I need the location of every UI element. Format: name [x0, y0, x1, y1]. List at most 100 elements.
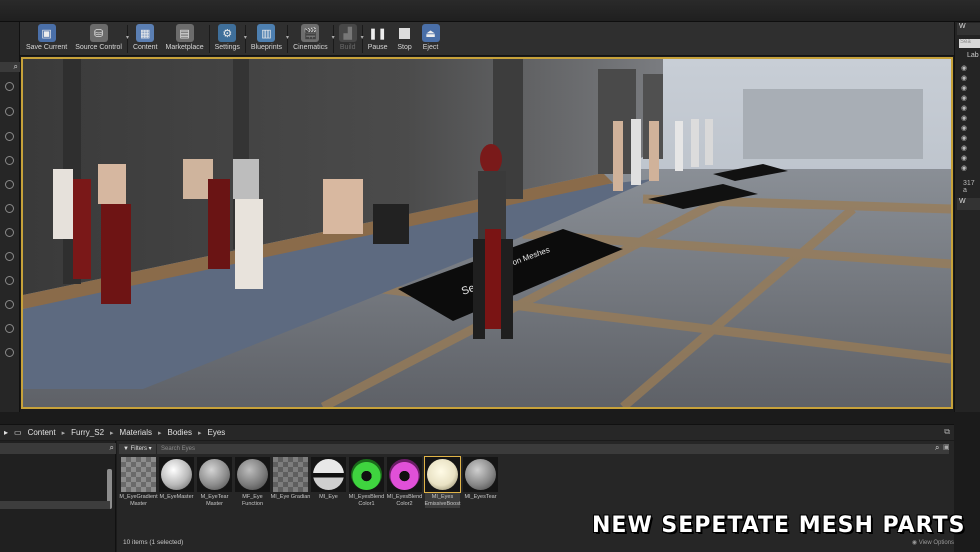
asset-tile[interactable]: MI_EyesTear	[463, 457, 498, 508]
radio-icon[interactable]	[5, 300, 14, 309]
asset-name: MI_Eye	[319, 494, 338, 500]
folder-tree-panel: ⌕	[0, 441, 116, 552]
sphere-thumbnail	[197, 457, 232, 492]
radio-icon[interactable]	[5, 276, 14, 285]
chevron-right-icon[interactable]: ▸	[110, 429, 114, 437]
level-viewport[interactable]: Se ration Meshes	[21, 57, 953, 409]
eye-icon[interactable]: ◉	[961, 124, 967, 132]
filters-button[interactable]: ▼ Filters ▾	[119, 444, 156, 454]
asset-tile[interactable]: M_EyeMaster	[159, 457, 194, 508]
eye-icon[interactable]: ◉	[961, 144, 967, 152]
source-control-label: Source Control	[75, 44, 122, 51]
radio-icon[interactable]	[5, 252, 14, 261]
eye-icon[interactable]: ◉	[961, 94, 967, 102]
asset-tile[interactable]: M_EyeTear Master	[197, 457, 232, 508]
eye-icon[interactable]: ◉	[961, 114, 967, 122]
asset-tile-selected[interactable]: MI_Eyes EmissiveBoost	[424, 456, 461, 508]
asset-name: MI_EyesTear	[464, 494, 497, 500]
radio-icon[interactable]	[5, 82, 14, 91]
asset-tile[interactable]: MI_Eye	[311, 457, 346, 508]
eye-icon: ◉	[911, 540, 918, 546]
blueprints-label: Blueprints	[250, 44, 283, 51]
nav-arrow-icon[interactable]: ▸	[4, 428, 8, 437]
cinematics-icon: 🎬	[301, 24, 320, 42]
asset-tile[interactable]: MI_EyesBlend Color1	[349, 457, 384, 508]
source-control-button[interactable]: ⛁ Source Control ▾	[71, 22, 129, 56]
chevron-right-icon[interactable]: ▸	[158, 429, 162, 437]
cinematics-label: Cinematics	[293, 44, 328, 51]
radio-icon[interactable]	[5, 132, 14, 141]
breadcrumb-item[interactable]: Bodies	[168, 428, 192, 437]
left-panel: ⌕	[0, 22, 20, 412]
radio-icon[interactable]	[5, 107, 14, 116]
marketplace-label: Marketplace	[165, 44, 204, 51]
radio-icon[interactable]	[5, 324, 14, 333]
eye-icon[interactable]: ◉	[961, 164, 967, 172]
save-current-button[interactable]: ▣ Save Current	[22, 22, 71, 56]
cinematics-button[interactable]: 🎬 Cinematics ▾	[289, 22, 335, 56]
sphere-thumbnail	[159, 457, 194, 492]
settings-button[interactable]: ⚙ Settings ▾	[211, 22, 247, 56]
radio-icon[interactable]	[5, 228, 14, 237]
item-count-status: 10 items (1 selected)	[123, 539, 184, 546]
eye-icon[interactable]: ◉	[961, 134, 967, 142]
eye-icon[interactable]: ◉	[961, 154, 967, 162]
sphere-thumbnail	[349, 457, 384, 492]
view-options-label: View Options	[918, 540, 954, 546]
eye-icon[interactable]: ◉	[961, 64, 967, 72]
breadcrumb-item[interactable]: Materials	[120, 428, 152, 437]
radio-icon[interactable]	[5, 156, 14, 165]
view-options-button[interactable]: ◉ View Options	[912, 539, 954, 546]
eye-icon[interactable]: ◉	[961, 84, 967, 92]
world-settings-tab[interactable]: W	[957, 198, 980, 210]
asset-search-input[interactable]: Search Eyes	[157, 444, 949, 454]
breadcrumb-item[interactable]: Furry_S2	[71, 428, 104, 437]
breadcrumb-item[interactable]: Eyes	[208, 428, 226, 437]
left-search-field[interactable]: ⌕	[0, 62, 20, 72]
pause-button[interactable]: ❚❚ Pause	[364, 22, 392, 56]
asset-name: M_EyeMaster	[159, 494, 194, 500]
asset-tile[interactable]: MF_Eye Function	[235, 457, 270, 508]
main-toolbar: ▣ Save Current ⛁ Source Control ▾ ▦ Cont…	[20, 22, 954, 56]
marketplace-button[interactable]: ▤ Marketplace	[161, 22, 207, 56]
options-icon[interactable]: ▣	[943, 443, 950, 451]
search-icon[interactable]: ⌕	[14, 62, 18, 72]
pause-label: Pause	[367, 44, 388, 51]
radio-icon[interactable]	[5, 348, 14, 357]
source-control-icon: ⛁	[89, 24, 108, 42]
asset-name: MI_EyesBlend Color2	[386, 494, 423, 507]
scene-render: Se ration Meshes	[23, 59, 951, 407]
asset-name: MI_EyesBlend Color1	[348, 494, 385, 507]
eye-icon[interactable]: ◉	[961, 74, 967, 82]
asset-tile[interactable]: M_EyeGradient Master	[119, 457, 158, 508]
build-button[interactable]: ▟ Build ▾	[335, 22, 364, 56]
filters-label: Filters	[130, 446, 147, 452]
folder-tree-row[interactable]	[0, 501, 110, 509]
asset-name: MF_Eye Function	[241, 494, 264, 507]
radio-icon[interactable]	[5, 180, 14, 189]
filter-icon: ▼	[123, 446, 129, 452]
blueprints-button[interactable]: ▥ Blueprints ▾	[247, 22, 289, 56]
radio-icon[interactable]	[5, 204, 14, 213]
eject-button[interactable]: ⏏ Eject	[418, 22, 444, 56]
chevron-right-icon[interactable]: ▸	[62, 429, 66, 437]
filters-row: ▼ Filters ▾	[119, 443, 156, 455]
checker-thumbnail	[273, 457, 308, 492]
outliner-search-input[interactable]: Sea	[959, 39, 980, 48]
save-current-label: Save Current	[26, 44, 68, 51]
asset-grid: M_EyeGradient Master M_EyeMaster M_EyeTe…	[119, 456, 498, 508]
asset-tile[interactable]: MI_EyesBlend Color2	[387, 457, 422, 508]
breadcrumb-item[interactable]: Content	[28, 428, 56, 437]
asset-tile[interactable]: MI_Eye Gradian	[271, 457, 310, 508]
eye-icon[interactable]: ◉	[961, 104, 967, 112]
folder-search-input[interactable]: ⌕	[0, 443, 116, 454]
stop-button[interactable]: Stop	[392, 22, 418, 56]
search-icon[interactable]: ⌕	[110, 443, 114, 453]
title-strip	[0, 0, 980, 22]
chevron-right-icon[interactable]: ▸	[198, 429, 202, 437]
lock-icon[interactable]: ⧉	[944, 427, 950, 437]
world-outliner-tab[interactable]: W	[957, 23, 980, 35]
editor-window: ⌕ ▣ Save Current ⛁ Source Control ▾ ▦ Co…	[0, 0, 980, 552]
content-button[interactable]: ▦ Content	[129, 22, 162, 56]
outliner-label-header[interactable]: Lab	[967, 52, 979, 59]
